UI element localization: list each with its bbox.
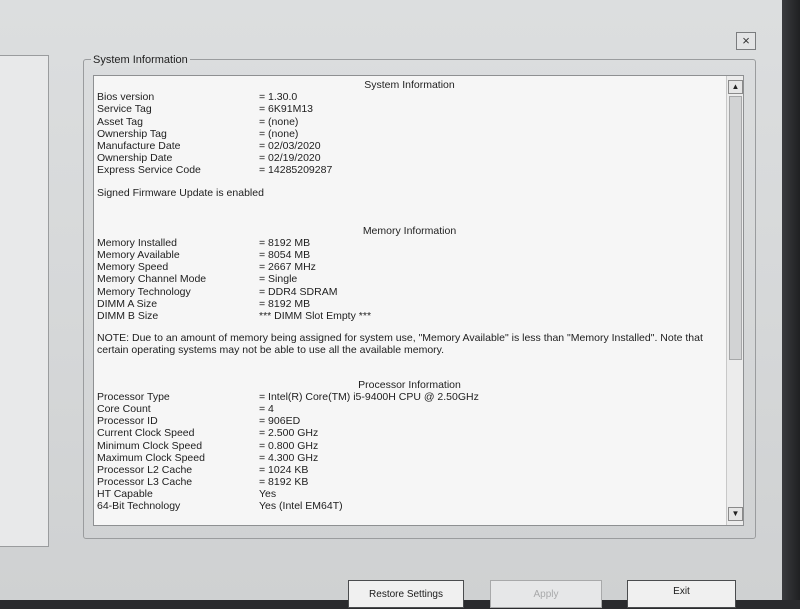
row-value: = 8192 KB (259, 476, 309, 489)
memory-info-row: DIMM B Size *** DIMM Slot Empty *** (97, 310, 722, 322)
row-label: Processor L3 Cache (97, 476, 193, 489)
memory-info-row: Memory Technology = DDR4 SDRAM (97, 286, 722, 298)
row-value: = 02/03/2020 (259, 139, 321, 152)
system-info-row: Ownership Tag = (none) (97, 128, 722, 140)
system-info-row: Bios version = 1.30.0 (97, 91, 722, 103)
processor-info-row: Core Count = 4 (97, 403, 722, 415)
close-icon[interactable]: × (736, 32, 756, 50)
vertical-scrollbar[interactable]: ▲ ▼ (726, 76, 743, 525)
monitor-bezel (782, 0, 800, 600)
row-label: Service Tag (97, 103, 152, 116)
row-value: = 8054 MB (259, 249, 311, 262)
row-label: DIMM B Size (97, 310, 159, 323)
system-info-row: Asset Tag = (none) (97, 116, 722, 128)
row-value: *** DIMM Slot Empty *** (259, 310, 372, 323)
row-value: = 2.500 GHz (259, 427, 319, 440)
row-label: Processor ID (97, 415, 158, 428)
memory-info-row: Memory Speed = 2667 MHz (97, 261, 722, 273)
scroll-thumb[interactable] (729, 96, 742, 360)
memory-info-row: Memory Available = 8054 MB (97, 249, 722, 261)
row-label: Memory Available (97, 249, 180, 262)
row-label: Bios version (97, 91, 155, 104)
memory-info-row: Memory Channel Mode = Single (97, 273, 722, 285)
row-value: = 4.300 GHz (259, 451, 319, 464)
row-label: Ownership Tag (97, 127, 167, 140)
row-label: Memory Installed (97, 236, 177, 249)
processor-info-row: Processor Type = Intel(R) Core(TM) i5-940… (97, 391, 722, 403)
row-value: = (none) (259, 115, 299, 128)
processor-info-row: Maximum Clock Speed = 4.300 GHz (97, 452, 722, 464)
processor-info-list: Processor Type = Intel(R) Core(TM) i5-940… (97, 391, 722, 513)
row-value: = 906ED (259, 415, 301, 428)
row-label: Maximum Clock Speed (97, 451, 205, 464)
row-value: = 0.800 GHz (259, 439, 319, 452)
row-value: = 1.30.0 (259, 91, 298, 104)
row-label: Processor Type (97, 390, 170, 403)
row-value: Yes (259, 488, 277, 501)
row-label: Memory Speed (97, 261, 169, 274)
section-title-system: System Information (364, 79, 455, 91)
processor-info-row: Processor L3 Cache = 8192 KB (97, 476, 722, 488)
memory-info-row: Memory Installed = 8192 MB (97, 237, 722, 249)
row-label: Memory Channel Mode (97, 273, 207, 286)
system-info-list: Bios version = 1.30.0 Service Tag = 6K91M13… (97, 91, 722, 176)
restore-settings-button[interactable]: Restore Settings (348, 580, 464, 608)
row-label: Express Service Code (97, 164, 201, 177)
processor-info-row: 64-Bit Technology Yes (Intel EM64T) (97, 500, 722, 512)
row-label: Manufacture Date (97, 139, 181, 152)
processor-info-row: Processor L2 Cache = 1024 KB (97, 464, 722, 476)
navigation-panel[interactable] (0, 55, 49, 547)
row-value: = 6K91M13 (259, 103, 313, 116)
scroll-up-icon[interactable]: ▲ (728, 80, 743, 94)
memory-note: NOTE: Due to an amount of memory being a… (97, 332, 703, 357)
row-value: = 1024 KB (259, 463, 309, 476)
information-content: System Information Bios version = 1.30.0 S… (97, 79, 722, 513)
row-label: Processor L2 Cache (97, 463, 193, 476)
row-value: = (none) (259, 127, 299, 140)
row-value: = Single (259, 273, 298, 286)
system-info-row: Service Tag = 6K91M13 (97, 103, 722, 115)
row-label: HT Capable (97, 488, 153, 501)
apply-button[interactable]: Apply (490, 580, 602, 608)
memory-info-row: DIMM A Size = 8192 MB (97, 298, 722, 310)
memory-info-list: Memory Installed = 8192 MB Memory Availabl… (97, 237, 722, 322)
row-label: Memory Technology (97, 285, 191, 298)
row-label: DIMM A Size (97, 297, 158, 310)
row-value: = 8192 MB (259, 236, 311, 249)
row-value: = 02/19/2020 (259, 152, 321, 165)
row-value: Yes (Intel EM64T) (259, 500, 343, 513)
row-label: Asset Tag (97, 115, 143, 128)
groupbox-title: System Information (91, 53, 190, 67)
processor-info-row: Minimum Clock Speed = 0.800 GHz (97, 440, 722, 452)
processor-info-row: HT Capable Yes (97, 488, 722, 500)
row-value: = 8192 MB (259, 297, 311, 310)
exit-button[interactable]: Exit (627, 580, 736, 608)
system-info-row: Express Service Code = 14285209287 (97, 164, 722, 176)
bios-screen: × System Information System Information … (0, 0, 782, 608)
row-label: Current Clock Speed (97, 427, 195, 440)
row-label: 64-Bit Technology (97, 500, 181, 513)
system-info-row: Manufacture Date = 02/03/2020 (97, 140, 722, 152)
row-value: = 14285209287 (259, 164, 333, 177)
row-label: Minimum Clock Speed (97, 439, 203, 452)
row-value: = 4 (259, 402, 274, 415)
system-information-panel: System Information Bios version = 1.30.0 S… (93, 75, 744, 526)
row-label: Ownership Date (97, 152, 173, 165)
row-label: Core Count (97, 402, 151, 415)
row-value: = DDR4 SDRAM (259, 285, 338, 298)
processor-info-row: Processor ID = 906ED (97, 415, 722, 427)
scroll-down-icon[interactable]: ▼ (728, 507, 743, 521)
system-info-row: Ownership Date = 02/19/2020 (97, 152, 722, 164)
row-value: = 2667 MHz (259, 261, 316, 274)
row-value: = Intel(R) Core(TM) i5-9400H CPU @ 2.50G… (259, 390, 479, 403)
section-title-memory: Memory Information (362, 224, 457, 237)
section-title-processor: Processor Information (358, 378, 461, 391)
firmware-update-note: Signed Firmware Update is enabled (97, 186, 264, 199)
processor-info-row: Current Clock Speed = 2.500 GHz (97, 427, 722, 439)
